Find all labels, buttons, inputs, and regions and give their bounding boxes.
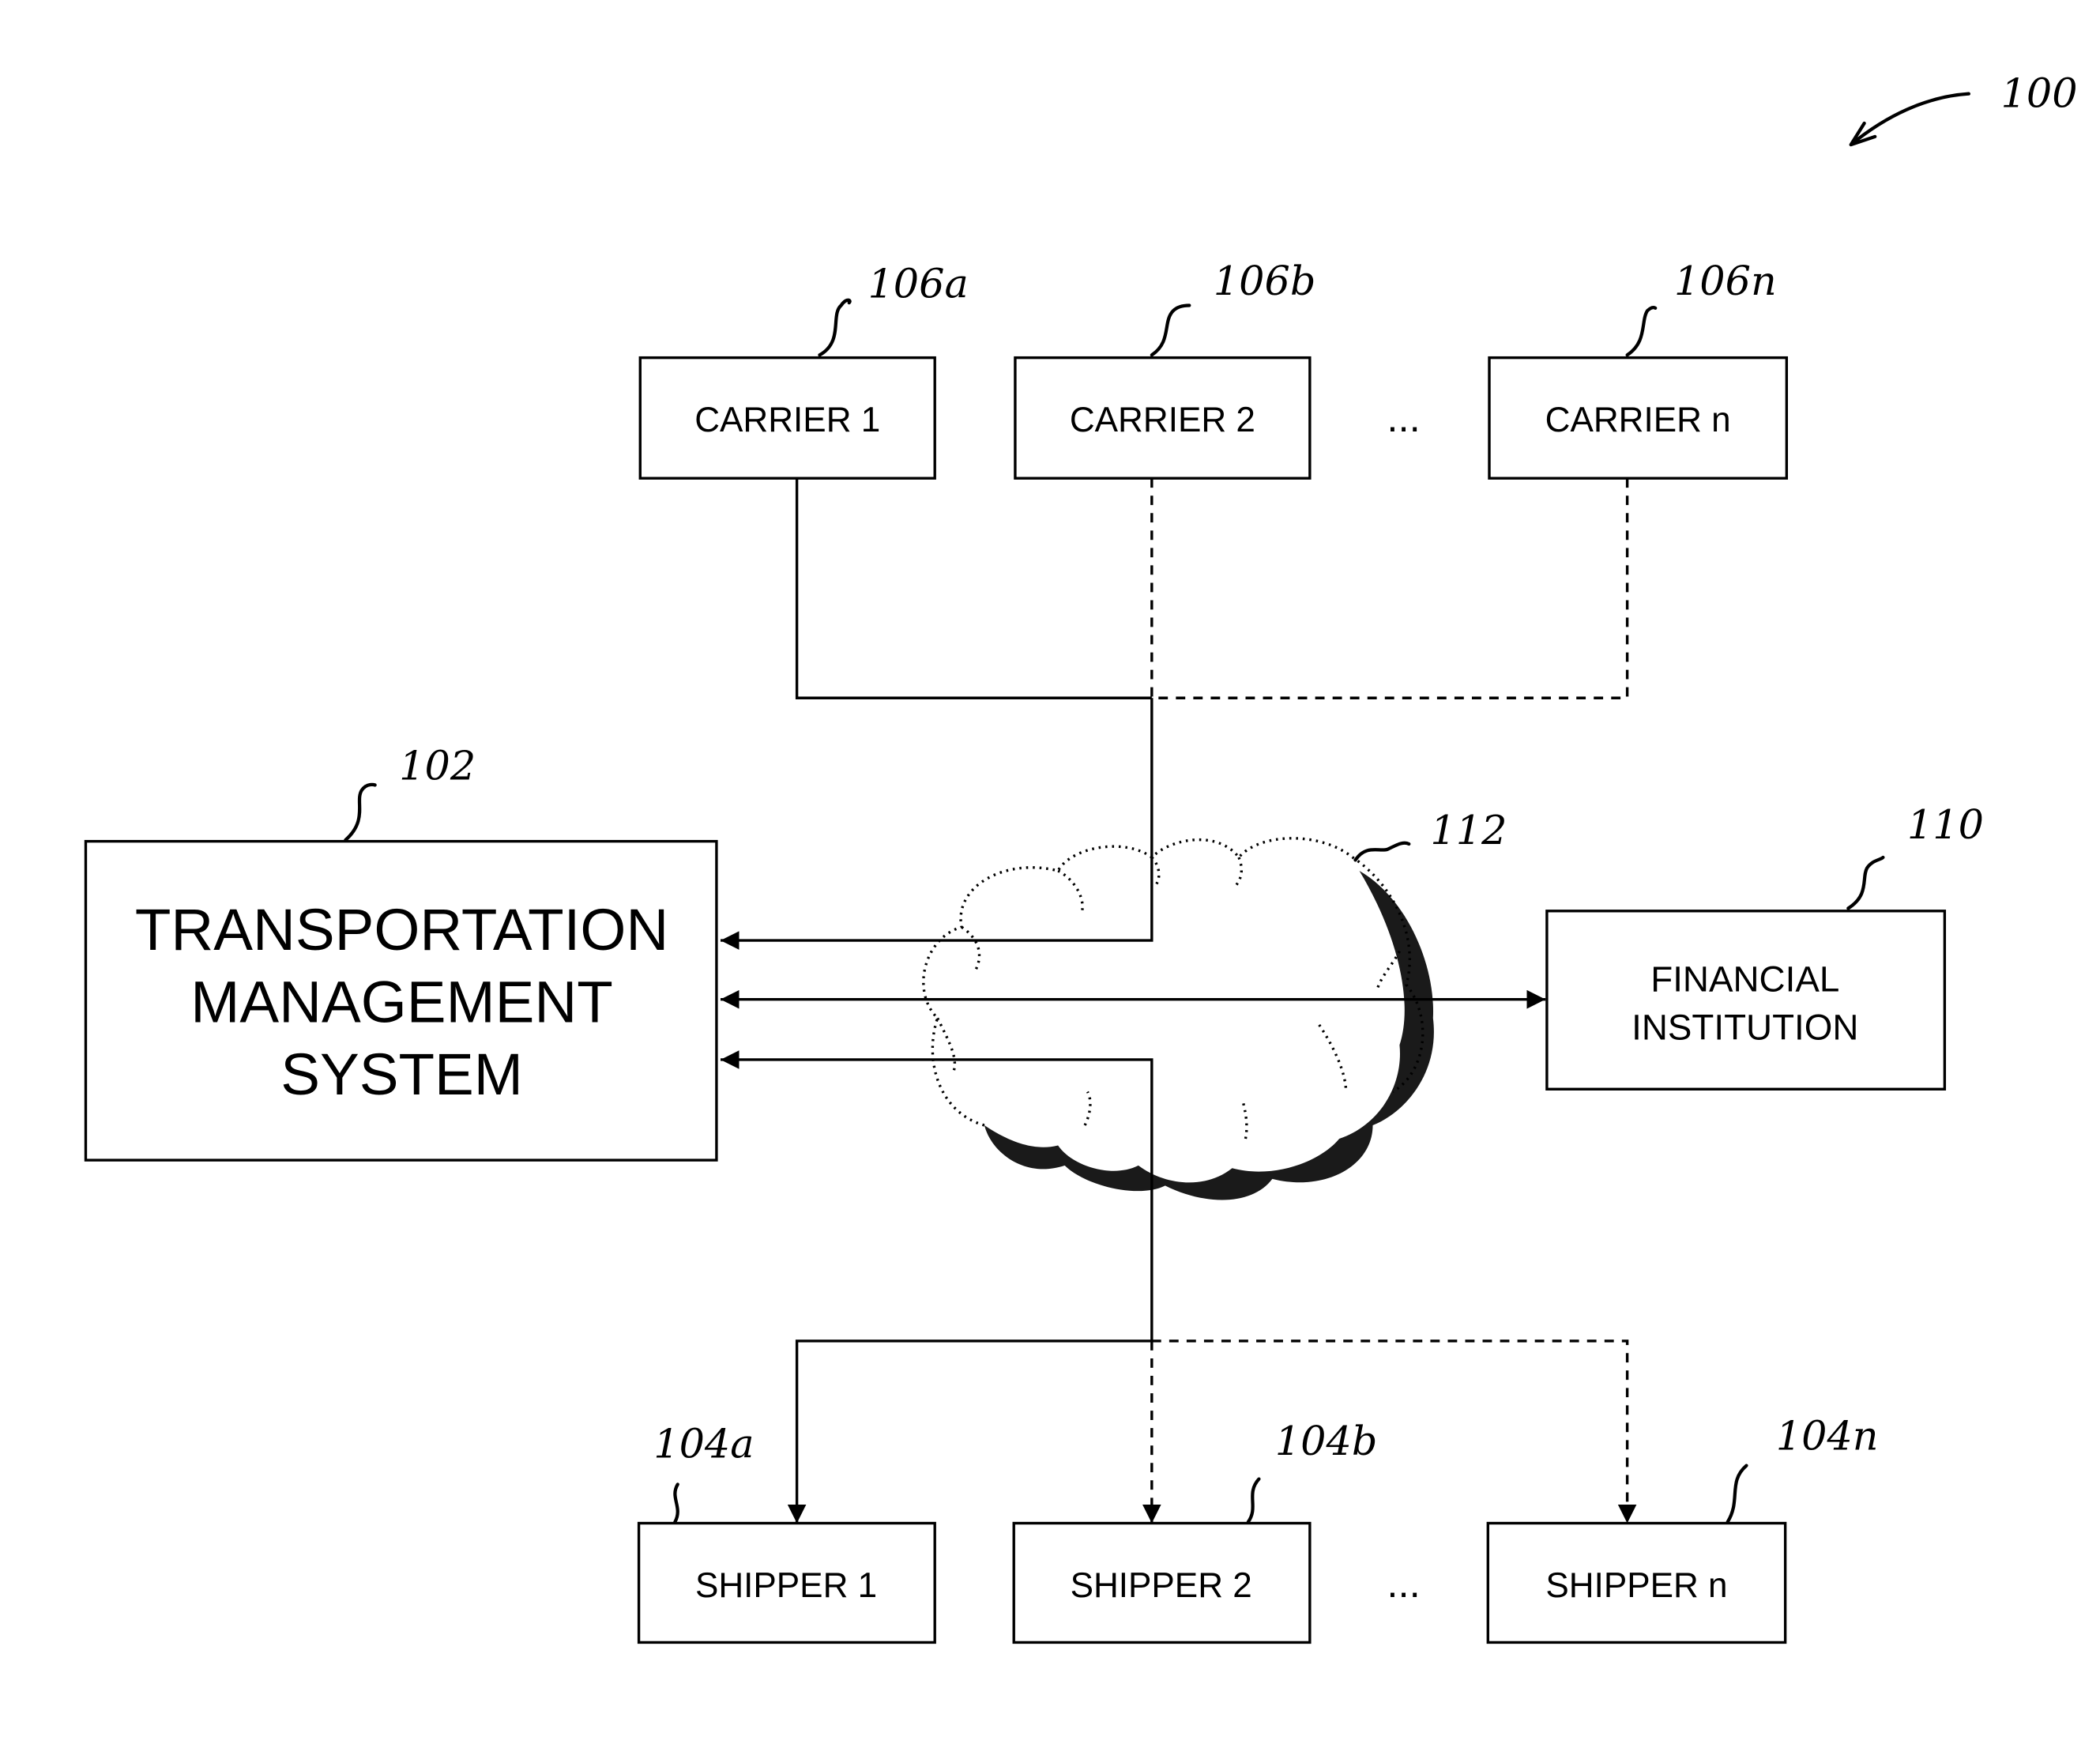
carrier-trunk-to-tms — [720, 698, 1153, 950]
shipper-node: SHIPPER 2 104b — [1012, 1418, 1378, 1644]
shipper-ref-leader — [673, 1482, 679, 1524]
financial-institution-node: FINANCIAL INSTITUTION 110 — [1545, 801, 1984, 1091]
shipper-node: SHIPPER 1 104a — [637, 1420, 936, 1644]
figure-reference: 100 — [1849, 70, 2078, 147]
cloud-shadow — [984, 870, 1434, 1200]
shipper-ref-leader — [1726, 1464, 1748, 1524]
carrier-label: CARRIER 1 — [694, 401, 880, 439]
shipper-trunk-to-tms — [720, 1050, 1153, 1341]
shipper1-link — [787, 1339, 1152, 1524]
financial-label-line: FINANCIAL — [1650, 959, 1839, 1000]
tms-ref-leader — [344, 782, 377, 842]
financial-ref: 110 — [1907, 801, 1984, 848]
connections — [720, 478, 1637, 1524]
carrier-node: CARRIER 1 106a — [638, 260, 969, 480]
carrier-ref: 106n — [1674, 258, 1777, 304]
tms-label-line: MANAGEMENT — [190, 969, 612, 1035]
shipper-ellipsis: ... — [1387, 1561, 1420, 1606]
carrier-ref-leader — [1625, 305, 1658, 357]
shipper-label: SHIPPER 1 — [695, 1566, 877, 1605]
shipper-label: SHIPPER 2 — [1071, 1566, 1252, 1605]
figure-reference-arrow — [1849, 92, 1970, 147]
shipper-ref: 104a — [653, 1420, 754, 1467]
network-cloud — [922, 837, 1434, 1200]
shipper-label: SHIPPER n — [1545, 1566, 1727, 1605]
carriern-link — [1151, 478, 1629, 699]
tms-label-line: SYSTEM — [280, 1041, 523, 1107]
network-ref: 112 — [1430, 807, 1507, 853]
shipper-ref-leader — [1246, 1477, 1261, 1524]
shipper-node: SHIPPER n 104n — [1486, 1412, 1879, 1644]
carrier-node: CARRIER n 106n — [1488, 258, 1789, 480]
shippern-link — [1151, 1339, 1637, 1524]
financial-label-line: INSTITUTION — [1631, 1008, 1858, 1048]
system-diagram: 100 CARRIER 1 106a CARRIER 2 106b ... CA… — [84, 70, 2078, 1644]
shipper-ref: 104b — [1275, 1418, 1378, 1464]
carrier-node: CARRIER 2 106b — [1014, 258, 1316, 480]
network-ref-leader — [1353, 841, 1411, 862]
figure-reference-label: 100 — [2001, 70, 2078, 117]
carrier-label: CARRIER 2 — [1070, 401, 1255, 439]
tms-label-line: TRANSPORTATION — [135, 896, 668, 962]
shipper-ref: 104n — [1776, 1412, 1879, 1459]
carrier-ellipsis: ... — [1387, 395, 1420, 440]
financial-box — [1545, 910, 1947, 1091]
tms-ref: 102 — [399, 743, 476, 789]
carrier-label: CARRIER n — [1545, 401, 1731, 439]
carrier-ref: 106a — [867, 260, 968, 307]
carrier-ref: 106b — [1214, 258, 1316, 304]
tms-node: TRANSPORTATION MANAGEMENT SYSTEM 102 — [84, 743, 718, 1162]
cloud-outline — [922, 837, 1424, 1140]
carrier-ref-leader — [818, 298, 852, 357]
financial-ref-leader — [1846, 855, 1885, 910]
carrier-ref-leader — [1150, 303, 1191, 357]
carrier1-link — [795, 478, 1152, 699]
